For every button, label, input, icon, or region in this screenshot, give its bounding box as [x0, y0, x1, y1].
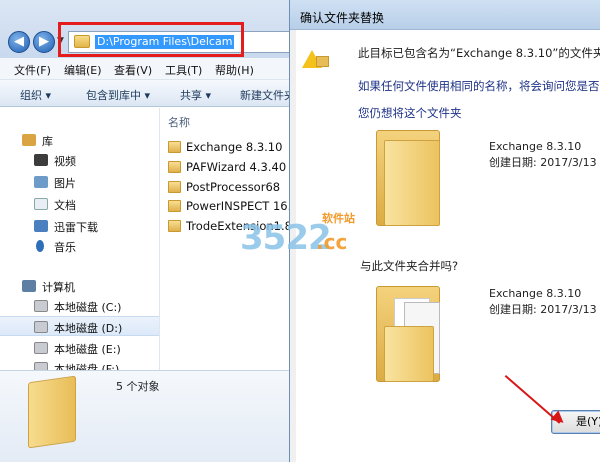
nav-computer-header[interactable]: 计算机: [0, 276, 159, 296]
target-folder-name: Exchange 8.3.10: [489, 140, 582, 153]
menu-view[interactable]: 查看(V): [114, 62, 152, 78]
library-icon: [22, 134, 36, 146]
source-folder-name: Exchange 8.3.10: [489, 287, 582, 300]
music-icon: [36, 240, 44, 252]
back-button[interactable]: ◀: [8, 31, 30, 53]
folder-icon: [316, 56, 329, 67]
file-name: PostProcessor68: [186, 180, 281, 194]
nav-label: 本地磁盘 (D:): [54, 322, 123, 335]
nav-label: 计算机: [42, 281, 75, 294]
folder-icon: [168, 161, 181, 173]
highlight-annotation-box: [58, 22, 244, 57]
list-item[interactable]: PostProcessor68: [168, 179, 300, 197]
dialog-question: 您仍想将这个文件夹: [358, 106, 462, 120]
forward-button[interactable]: ▶: [33, 31, 55, 53]
target-folder-date: 创建日期: 2017/3/13 14: [489, 156, 600, 169]
drive-icon: [34, 321, 48, 333]
source-folder-date: 创建日期: 2017/3/13 14: [489, 303, 600, 316]
dialog-title: 确认文件夹替换: [300, 11, 385, 25]
include-in-library-button[interactable]: 包含到库中 ▾: [86, 87, 150, 103]
file-name: PAFWizard 4.3.40: [186, 160, 287, 174]
nav-label: 文档: [54, 199, 76, 212]
menu-tools[interactable]: 工具(T): [165, 62, 202, 78]
nav-item-videos[interactable]: 视频: [0, 150, 159, 170]
folder-icon: [168, 181, 181, 193]
command-toolbar: 组织 ▾ 包含到库中 ▾ 共享 ▾ 新建文件夹: [0, 80, 300, 107]
picture-icon: [34, 176, 48, 188]
drive-icon: [34, 300, 48, 312]
item-count: 5 个对象: [116, 380, 160, 393]
menu-help[interactable]: 帮助(H): [215, 62, 254, 78]
file-name: Exchange 8.3.10: [186, 140, 283, 154]
dialog-title-bar[interactable]: 确认文件夹替换: [290, 0, 600, 30]
menu-edit[interactable]: 编辑(E): [64, 62, 102, 78]
document-icon: [34, 198, 48, 210]
folder-icon: [168, 200, 181, 212]
nav-library-header[interactable]: 库: [0, 130, 159, 150]
list-item[interactable]: PAFWizard 4.3.40: [168, 159, 300, 177]
source-folder-icon[interactable]: [376, 286, 440, 382]
nav-label: 迅雷下载: [54, 221, 98, 234]
folder-icon: [168, 141, 181, 153]
folder-icon: [168, 220, 181, 232]
new-folder-button[interactable]: 新建文件夹: [240, 87, 295, 103]
organize-button[interactable]: 组织 ▾: [20, 87, 51, 103]
menu-file[interactable]: 文件(F): [14, 62, 51, 78]
navigation-pane: 库 视频 图片 文档 迅雷下载 音乐 计算机 本地磁盘 (C:) 本地磁盘 (D…: [0, 108, 160, 370]
nav-label: 音乐: [54, 241, 76, 254]
video-icon: [34, 154, 48, 166]
download-icon: [34, 220, 48, 232]
nav-label: 本地磁盘 (C:): [54, 301, 122, 314]
column-header-name[interactable]: 名称: [168, 114, 190, 130]
nav-drive-e[interactable]: 本地磁盘 (E:): [0, 338, 159, 358]
site-watermark: 3522 软件站 .cc: [240, 208, 400, 268]
computer-icon: [22, 280, 36, 292]
watermark-site: 软件站: [322, 212, 355, 225]
nav-label: 库: [42, 135, 53, 148]
drive-icon: [34, 362, 48, 370]
watermark-suffix: .cc: [316, 230, 348, 254]
nav-label: 图片: [54, 177, 76, 190]
nav-drive-d[interactable]: 本地磁盘 (D:): [0, 316, 159, 336]
dialog-explanation: 如果任何文件使用相同的名称，将会询问您是否要替: [358, 79, 600, 93]
dialog-message: 此目标已包含名为“Exchange 8.3.10”的文件夹。: [358, 46, 600, 60]
nav-item-music[interactable]: 音乐: [0, 236, 159, 256]
list-item[interactable]: Exchange 8.3.10: [168, 139, 300, 157]
nav-item-thunder-downloads[interactable]: 迅雷下载: [0, 216, 159, 236]
nav-item-documents[interactable]: 文档: [0, 194, 159, 214]
nav-item-pictures[interactable]: 图片: [0, 172, 159, 192]
drive-icon: [34, 342, 48, 354]
nav-label: 本地磁盘 (F:): [54, 363, 120, 370]
folder-icon: [28, 375, 76, 449]
nav-label: 视频: [54, 155, 76, 168]
nav-drive-c[interactable]: 本地磁盘 (C:): [0, 296, 159, 316]
details-pane: 5 个对象: [0, 370, 300, 462]
share-button[interactable]: 共享 ▾: [180, 87, 211, 103]
menu-bar: 文件(F) 编辑(E) 查看(V) 工具(T) 帮助(H): [0, 58, 300, 80]
nav-label: 本地磁盘 (E:): [54, 343, 121, 356]
nav-drive-f[interactable]: 本地磁盘 (F:): [0, 358, 159, 370]
